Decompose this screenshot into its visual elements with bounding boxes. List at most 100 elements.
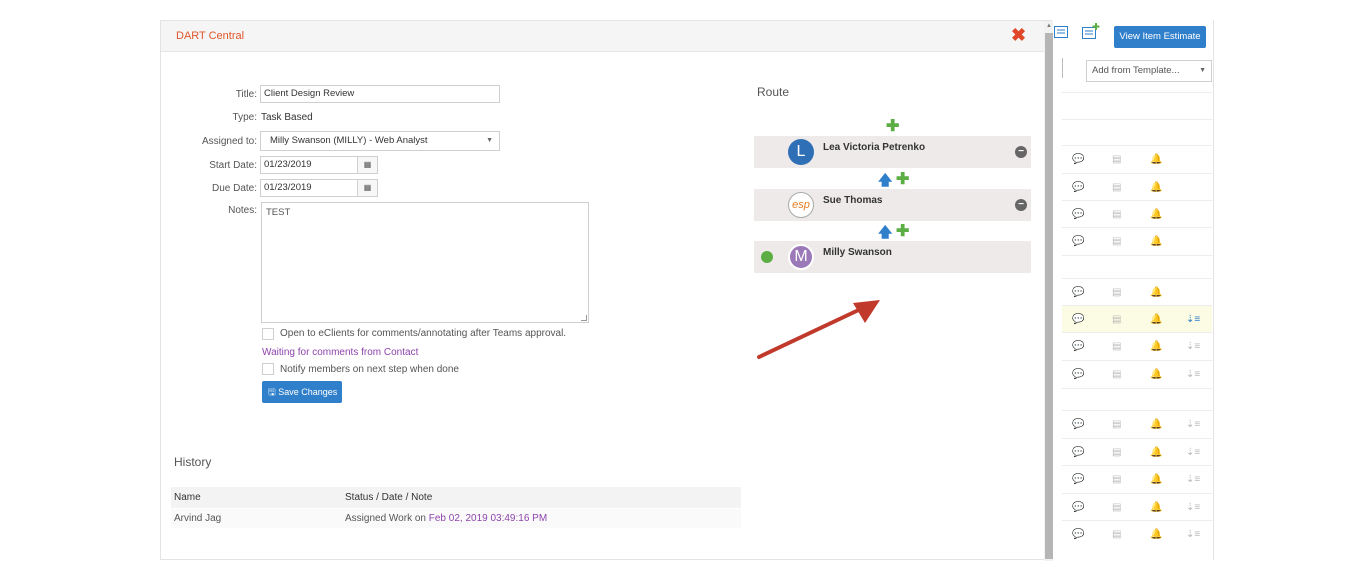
document-icon[interactable]: ▤ [1112,474,1121,485]
add-list-icon[interactable] [1082,23,1100,39]
close-icon[interactable]: ✖ [1011,25,1026,46]
sort-icon[interactable]: ⇣≡ [1186,529,1200,540]
table-row[interactable]: 💬 ▤ 🔔 ⇣≡ [1062,520,1212,547]
avatar: L [788,139,814,165]
bell-icon[interactable]: 🔔 [1150,502,1162,513]
calendar-icon[interactable]: ▦ [358,156,378,174]
comment-icon[interactable]: 💬 [1072,236,1084,247]
title-input[interactable]: Client Design Review [260,85,500,103]
comment-icon[interactable]: 💬 [1072,287,1084,298]
history-title: History [174,455,212,469]
sort-icon[interactable]: ⇣≡ [1186,502,1200,513]
document-icon[interactable]: ▤ [1112,209,1121,220]
modal-title: DART Central [176,30,245,42]
document-icon[interactable]: ▤ [1112,341,1121,352]
eclients-checkbox-label: Open to eClients for comments/annotating… [280,328,567,339]
title-label: Title: [235,89,257,100]
history-row-status: Assigned Work on Feb 02, 2019 03:49:16 P… [345,513,547,524]
scroll-up-icon[interactable]: ▲ [1046,23,1052,29]
add-step-icon[interactable]: ✚ [886,116,899,136]
bell-icon[interactable]: 🔔 [1150,474,1162,485]
comment-icon[interactable]: 💬 [1072,502,1084,513]
save-changes-button[interactable]: 🖫 Save Changes [262,381,342,403]
document-icon[interactable]: ▤ [1112,447,1121,458]
route-item-name: Milly Swanson [823,247,892,258]
table-row[interactable]: 💬 ▤ 🔔 ⇣≡ [1062,410,1212,437]
table-row[interactable]: 💬 ▤ 🔔 [1062,200,1212,227]
document-icon[interactable]: ▤ [1112,236,1121,247]
table-row[interactable]: 💬 ▤ 🔔 ⇣≡ [1062,360,1212,387]
table-row[interactable]: 💬 ▤ 🔔 [1062,227,1212,254]
notify-checkbox[interactable] [262,363,274,375]
calendar-icon[interactable]: ▦ [358,179,378,197]
avatar: esp [788,192,814,218]
document-icon[interactable]: ▤ [1112,287,1121,298]
comment-icon[interactable]: 💬 [1072,529,1084,540]
type-label: Type: [232,112,257,123]
annotation-arrow-icon [757,300,880,359]
list-icon[interactable] [1054,26,1068,38]
comment-icon[interactable]: 💬 [1072,474,1084,485]
comment-icon[interactable]: 💬 [1072,314,1084,325]
comment-icon[interactable]: 💬 [1072,341,1084,352]
table-row[interactable]: 💬 ▤ 🔔 [1062,145,1212,172]
document-icon[interactable]: ▤ [1112,154,1121,165]
vertical-scrollbar[interactable]: ▲ [1044,21,1053,561]
route-item: L Lea Victoria Petrenko − [754,136,1031,168]
bell-icon[interactable]: 🔔 [1150,209,1162,220]
bell-icon[interactable]: 🔔 [1150,182,1162,193]
bell-icon[interactable]: 🔔 [1150,529,1162,540]
sort-icon[interactable]: ⇣≡ [1186,314,1200,325]
bell-icon[interactable]: 🔔 [1150,236,1162,247]
remove-step-icon[interactable]: − [1015,199,1027,211]
assigned-to-select[interactable]: Milly Swanson (MILLY) - Web Analyst ▼ [260,131,500,151]
sort-icon[interactable]: ⇣≡ [1186,447,1200,458]
due-date-input[interactable]: 01/23/2019 [260,179,358,197]
resize-grip-icon[interactable] [581,315,587,321]
comment-icon[interactable]: 💬 [1072,369,1084,380]
bell-icon[interactable]: 🔔 [1150,154,1162,165]
sort-icon[interactable]: ⇣≡ [1186,419,1200,430]
start-date-input[interactable]: 01/23/2019 [260,156,358,174]
comment-icon[interactable]: 💬 [1072,182,1084,193]
add-step-icon[interactable]: ✚ [896,169,909,189]
bell-icon[interactable]: 🔔 [1150,369,1162,380]
comment-icon[interactable]: 💬 [1072,209,1084,220]
eclients-checkbox[interactable] [262,328,274,340]
table-row[interactable]: 💬 ▤ 🔔 ⇣≡ [1062,305,1212,332]
table-row[interactable]: 💬 ▤ 🔔 ⇣≡ [1062,465,1212,492]
comment-icon[interactable]: 💬 [1072,154,1084,165]
document-icon[interactable]: ▤ [1112,502,1121,513]
scrollbar-thumb[interactable] [1045,33,1053,559]
table-row[interactable]: 💬 ▤ 🔔 ⇣≡ [1062,493,1212,520]
route-item: M Milly Swanson [754,241,1031,273]
comment-icon[interactable]: 💬 [1072,419,1084,430]
table-row[interactable]: 💬 ▤ 🔔 [1062,278,1212,305]
table-row[interactable]: 💬 ▤ 🔔 ⇣≡ [1062,438,1212,465]
add-from-template-select[interactable]: Add from Template... ▼ [1086,60,1212,82]
remove-step-icon[interactable]: − [1015,146,1027,158]
document-icon[interactable]: ▤ [1112,419,1121,430]
notes-textarea[interactable]: TEST [261,202,589,323]
table-row[interactable]: 💬 ▤ 🔔 ⇣≡ [1062,332,1212,359]
bell-icon[interactable]: 🔔 [1150,419,1162,430]
bell-icon[interactable]: 🔔 [1150,287,1162,298]
document-icon[interactable]: ▤ [1112,314,1121,325]
history-col-name: Name [174,492,201,503]
document-icon[interactable]: ▤ [1112,529,1121,540]
sort-icon[interactable]: ⇣≡ [1186,474,1200,485]
history-row-name: Arvind Jag [174,513,222,524]
document-icon[interactable]: ▤ [1112,369,1121,380]
sort-icon[interactable]: ⇣≡ [1186,369,1200,380]
view-item-estimate-button[interactable]: View Item Estimate [1114,26,1206,48]
document-icon[interactable]: ▤ [1112,182,1121,193]
bell-icon[interactable]: 🔔 [1150,341,1162,352]
add-step-icon[interactable]: ✚ [896,221,909,241]
table-row[interactable]: 💬 ▤ 🔔 [1062,173,1212,200]
start-date-label: Start Date: [209,160,257,171]
bell-icon[interactable]: 🔔 [1150,314,1162,325]
bell-icon[interactable]: 🔔 [1150,447,1162,458]
sort-icon[interactable]: ⇣≡ [1186,341,1200,352]
comment-icon[interactable]: 💬 [1072,447,1084,458]
avatar: M [788,244,814,270]
